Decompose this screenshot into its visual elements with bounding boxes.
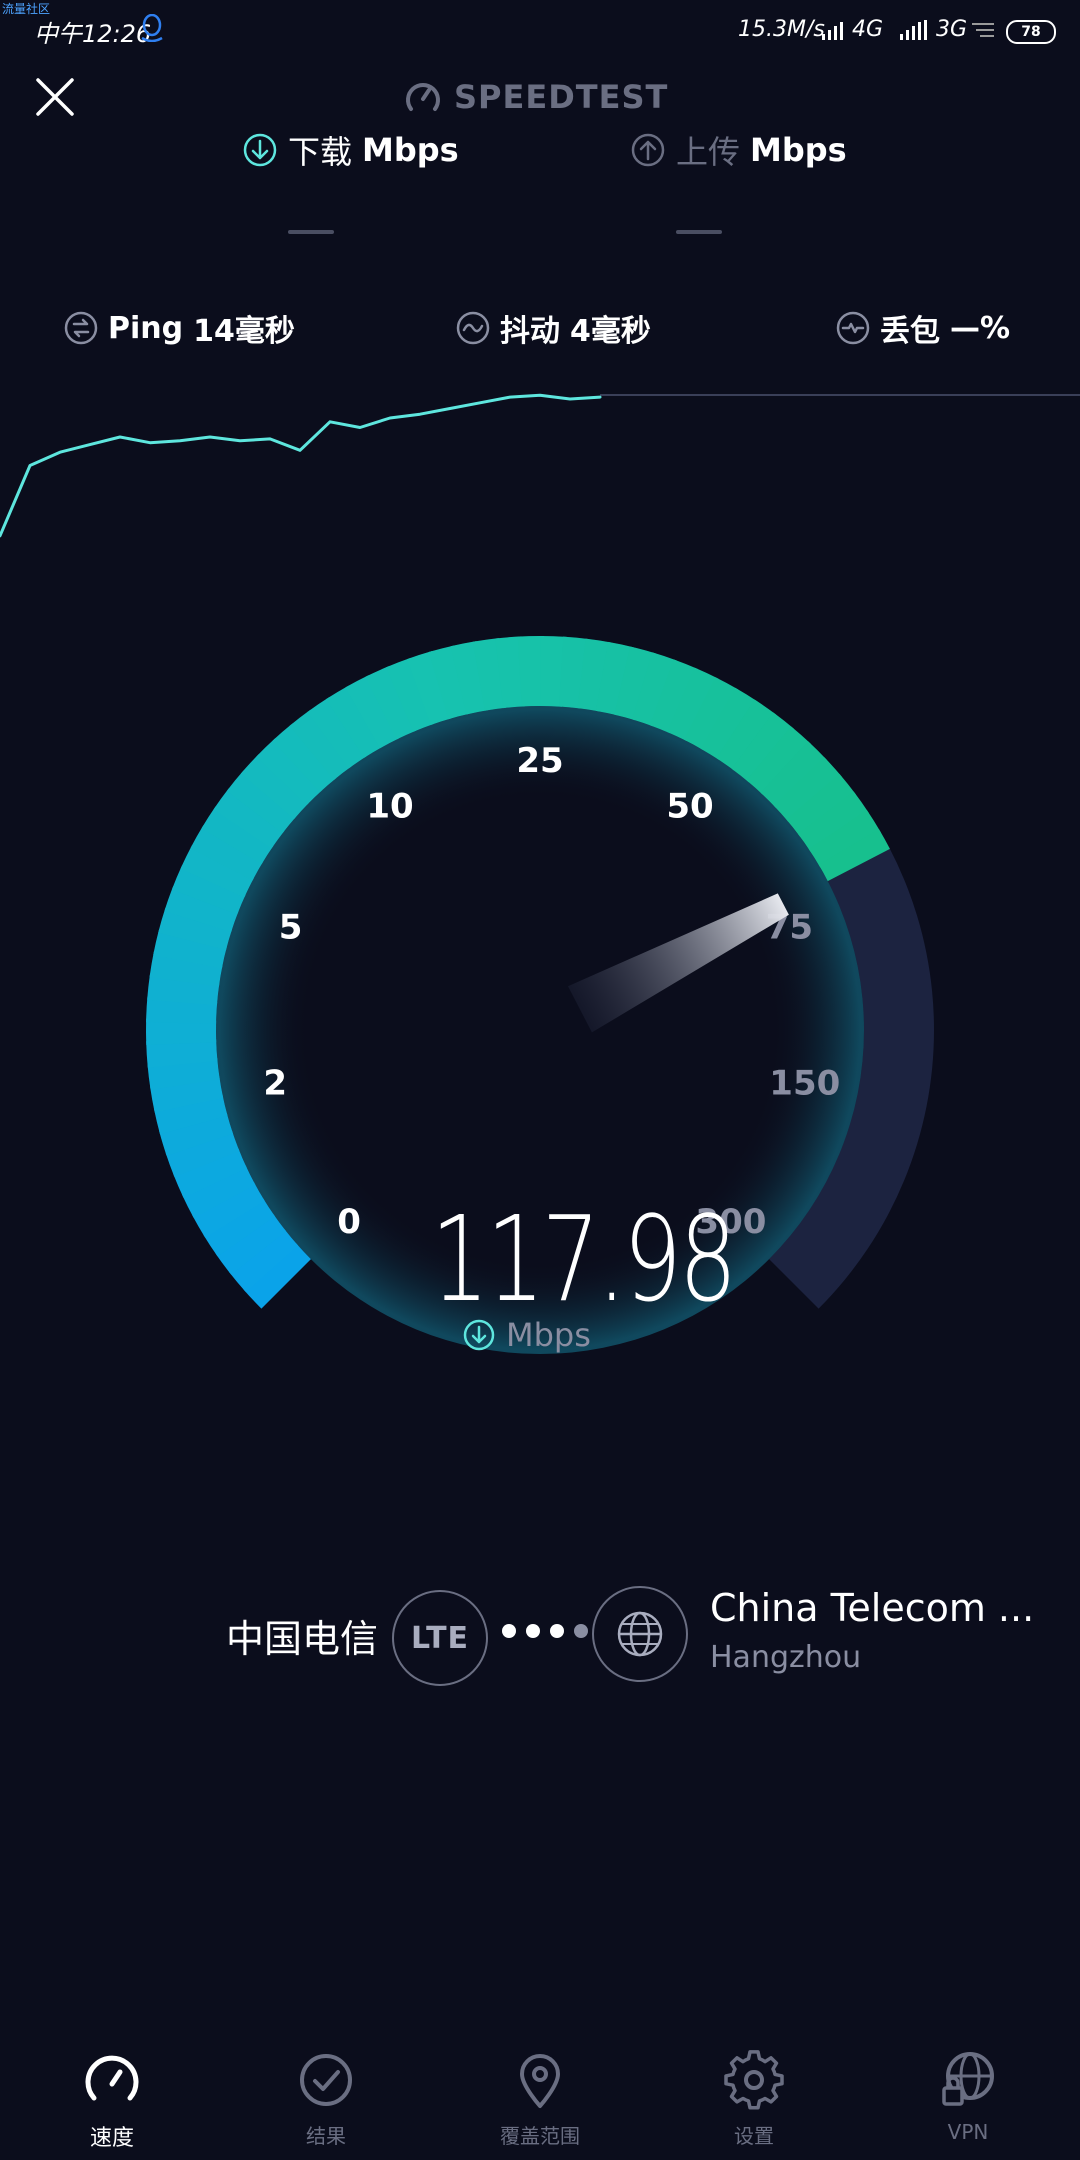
ping-icon (64, 311, 98, 345)
nav-item-vpn[interactable]: VPN (893, 2050, 1043, 2144)
gauge-tick-label: 50 (666, 787, 713, 827)
tab-upload[interactable]: 上传 Mbps (630, 126, 847, 174)
network-speed: 15.3M/s (738, 17, 825, 42)
connection-dot (574, 1624, 588, 1638)
qq-penguin-icon (141, 14, 163, 42)
tab-download[interactable]: 下载 Mbps (242, 126, 459, 174)
nav-label-coverage: 覆盖范围 (500, 2124, 580, 2148)
speed-value: 117.98 (430, 1190, 737, 1328)
packet-loss-icon (836, 311, 870, 345)
network-4g-label: 4G (852, 17, 884, 42)
map-pin-icon (520, 2054, 560, 2108)
server-city: Hangzhou (710, 1640, 862, 1675)
packet-loss-label: 丢包 (880, 314, 940, 349)
gear-icon (724, 2050, 784, 2110)
nav-label-settings: 设置 (734, 2124, 774, 2148)
check-circle-icon (300, 2054, 352, 2106)
vpn-globe-lock-icon (942, 2052, 994, 2106)
gauge-tick-label: 25 (516, 741, 563, 781)
ping-metric: Ping 14毫秒 (64, 306, 295, 350)
connection-dot (550, 1624, 564, 1638)
gauge-tick-label: 5 (279, 908, 303, 948)
gauge-tick-label: 0 (337, 1202, 361, 1242)
packet-loss-metric: 丢包 —% (836, 306, 1010, 350)
status-bar: 流量社区 中午12:26 15.3M/s 4G 3G 78 (0, 0, 1080, 60)
signal-bars-icon (822, 22, 843, 40)
nav-item-settings[interactable]: 设置 (679, 2050, 829, 2149)
close-button[interactable] (34, 76, 76, 118)
packet-loss-value: —% (950, 310, 1011, 346)
nav-item-results[interactable]: 结果 (251, 2050, 401, 2149)
gauge-tick-label: 150 (769, 1064, 840, 1104)
nav-label-results: 结果 (306, 2124, 346, 2148)
connection-dots (502, 1624, 588, 1638)
download-label: 下载 (288, 133, 353, 171)
speed-unit: Mbps (462, 1316, 591, 1354)
signal-bars-icon-2 (900, 20, 927, 40)
battery-indicator: 78 (1006, 20, 1056, 44)
jitter-label: 抖动 (500, 314, 560, 349)
upload-label: 上传 (676, 133, 741, 171)
download-arrow-small-icon (463, 1319, 495, 1351)
nav-item-speed[interactable]: 速度 (37, 2050, 187, 2152)
brand-text: SPEEDTEST (454, 78, 669, 116)
connection-dot (526, 1624, 540, 1638)
gauge-tick-label: 2 (263, 1064, 287, 1104)
download-arrow-icon (243, 133, 277, 167)
jitter-value: 4毫秒 (570, 314, 651, 349)
network-3g-label: 3G (936, 17, 968, 42)
connection-dot (502, 1624, 516, 1638)
server-select-button[interactable] (592, 1586, 688, 1682)
ping-value: 14毫秒 (193, 314, 295, 349)
download-unit: Mbps (362, 131, 459, 169)
server-name[interactable]: China Telecom ... (710, 1586, 1034, 1630)
bottom-navigation: 速度 结果 覆盖范围 设置 VPN (0, 2030, 1080, 2160)
speedtest-logo: SPEEDTEST (404, 72, 668, 122)
status-time: 中午12:26 (34, 20, 152, 48)
upload-unit: Mbps (750, 131, 847, 169)
nav-label-vpn: VPN (947, 2120, 989, 2144)
download-value-placeholder (288, 230, 334, 234)
network-type-badge: LTE (392, 1590, 488, 1686)
globe-icon (617, 1611, 663, 1657)
speedometer-logo-icon (406, 83, 440, 111)
nav-item-coverage[interactable]: 覆盖范围 (465, 2050, 615, 2149)
nav-label-speed: 速度 (89, 2126, 134, 2151)
speed-graph (0, 393, 1080, 538)
jitter-metric: 抖动 4毫秒 (456, 306, 651, 350)
ping-label: Ping (108, 310, 184, 346)
graph-line (0, 393, 602, 538)
gauge-progress-segment (517, 636, 545, 707)
speed-unit-label: Mbps (506, 1316, 591, 1354)
wifi-lines-icon (972, 23, 994, 37)
carrier-name: 中国电信 (226, 1617, 379, 1661)
gauge-tick-label: 10 (366, 787, 413, 827)
network-type-label: LTE (410, 1620, 470, 1656)
speedometer-icon (85, 2055, 139, 2101)
upload-arrow-icon (631, 133, 665, 167)
jitter-wave-icon (456, 311, 490, 345)
upload-value-placeholder (676, 230, 722, 234)
